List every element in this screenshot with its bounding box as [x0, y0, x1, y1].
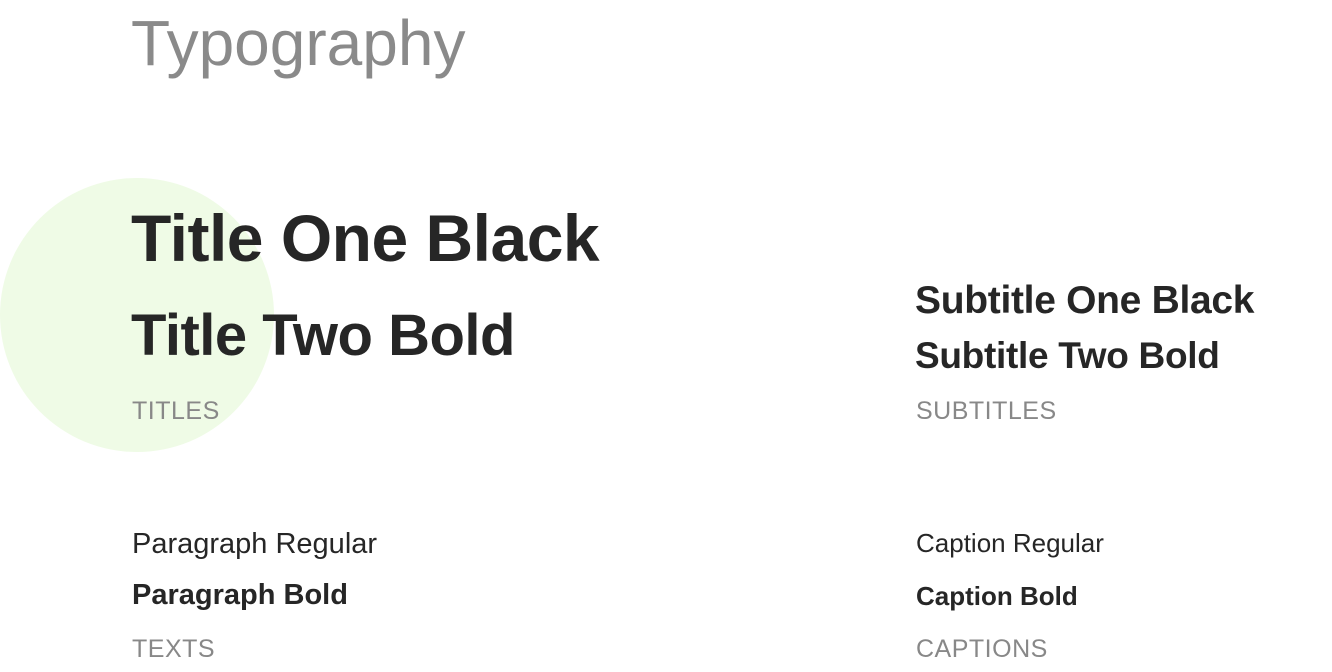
captions-label: CAPTIONS [916, 635, 1048, 663]
paragraph-regular-sample: Paragraph Regular [132, 528, 378, 560]
subtitle-one-black-sample: Subtitle One Black [915, 279, 1255, 322]
titles-label: TITLES [132, 397, 220, 425]
caption-bold-sample: Caption Bold [916, 581, 1078, 611]
title-one-black-sample: Title One Black [131, 201, 600, 275]
page-title: Typography [131, 7, 466, 79]
caption-regular-sample: Caption Regular [916, 528, 1104, 558]
texts-label: TEXTS [132, 635, 216, 663]
subtitle-two-bold-sample: Subtitle Two Bold [915, 335, 1220, 376]
paragraph-bold-sample: Paragraph Bold [132, 579, 348, 611]
title-two-bold-sample: Title Two Bold [131, 303, 515, 368]
subtitles-label: SUBTITLES [916, 397, 1057, 425]
